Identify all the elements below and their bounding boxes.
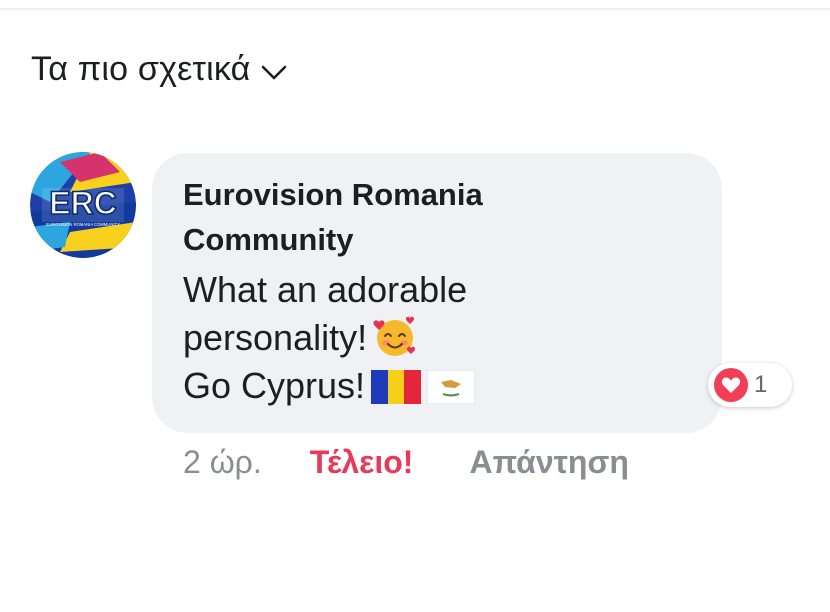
chevron-down-icon [261,65,286,79]
comment-actions: 2 ώρ. Τέλειο! Απάντηση [183,440,629,484]
comment-author[interactable]: Eurovision Romania Community [183,172,583,262]
comment-line-text: personality! [183,317,368,358]
reply-button[interactable]: Απάντηση [469,440,628,484]
erc-logo-icon: ERC EUROVISION ROMANIA COMMUNITY [30,152,136,258]
cyprus-flag-icon [427,370,476,404]
comment-line: personality! [183,314,703,362]
avatar-logo-text: ERC [49,185,117,221]
comment-line: What an adorable [183,269,468,310]
reaction-count: 1 [754,371,768,398]
heart-icon [721,377,741,393]
love-reaction-badge [714,368,748,402]
comment-line: Go Cyprus! [183,362,703,410]
comment-timestamp[interactable]: 2 ώρ. [183,440,262,484]
smiling-face-with-hearts-icon [373,316,416,356]
comment-text: What an adorable personality! Go Cyprus! [183,266,703,410]
avatar[interactable]: ERC EUROVISION ROMANIA COMMUNITY [30,152,136,258]
avatar-logo-subtext: EUROVISION ROMANIA COMMUNITY [46,222,120,227]
sort-dropdown[interactable]: Τα πιο σχετικά [31,50,287,89]
comments-section: Τα πιο σχετικά ERC EUROVISION ROMANIA CO… [0,0,830,612]
comment-line-text: Go Cyprus! [183,365,366,406]
top-divider [0,8,830,10]
like-button[interactable]: Τέλειο! [310,440,414,484]
sort-label: Τα πιο σχετικά [31,50,251,88]
romania-flag-icon [371,370,422,404]
reaction-count-pill[interactable]: 1 [708,363,792,407]
